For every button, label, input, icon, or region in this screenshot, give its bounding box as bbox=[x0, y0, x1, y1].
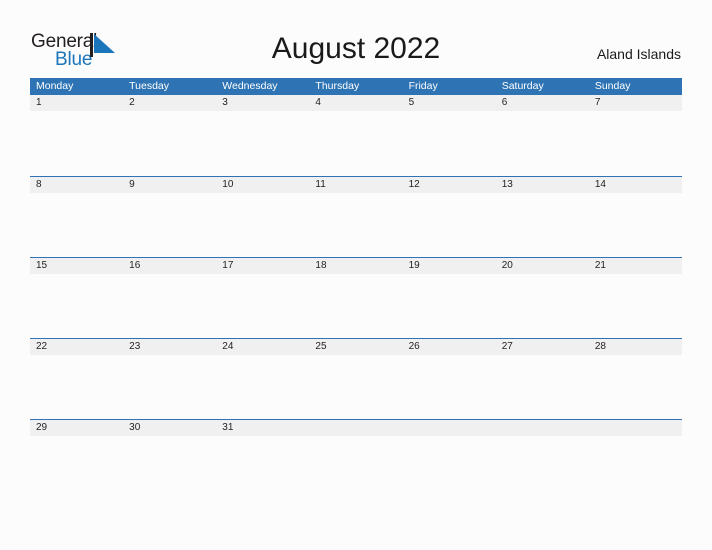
day-cell-empty bbox=[309, 420, 402, 436]
day-cell[interactable]: 12 bbox=[403, 177, 496, 193]
day-cell[interactable]: 1 bbox=[30, 95, 123, 111]
week-date-band: 8 9 10 11 12 13 14 bbox=[30, 177, 682, 193]
day-cell[interactable]: 13 bbox=[496, 177, 589, 193]
week-note-area[interactable] bbox=[30, 355, 682, 419]
region-label: Aland Islands bbox=[596, 46, 681, 62]
weekday-header-monday: Monday bbox=[36, 80, 74, 92]
day-cell[interactable]: 28 bbox=[589, 339, 682, 355]
week-row: 1 2 3 4 5 6 7 bbox=[30, 95, 682, 176]
week-date-band: 15 16 17 18 19 20 21 bbox=[30, 258, 682, 274]
week-note-area[interactable] bbox=[30, 193, 682, 257]
day-cell[interactable]: 26 bbox=[403, 339, 496, 355]
week-row: 29 30 31 bbox=[30, 419, 682, 500]
day-cell-empty bbox=[496, 420, 589, 436]
day-cell[interactable]: 8 bbox=[30, 177, 123, 193]
day-cell[interactable]: 29 bbox=[30, 420, 123, 436]
day-cell[interactable]: 10 bbox=[216, 177, 309, 193]
day-cell[interactable]: 19 bbox=[403, 258, 496, 274]
week-date-band: 22 23 24 25 26 27 28 bbox=[30, 339, 682, 355]
weekday-header-thursday: Thursday bbox=[315, 80, 360, 92]
weekday-header-sunday: Sunday bbox=[594, 80, 631, 92]
day-cell[interactable]: 24 bbox=[216, 339, 309, 355]
weekday-header-saturday: Saturday bbox=[501, 80, 544, 92]
day-cell[interactable]: 21 bbox=[589, 258, 682, 274]
day-cell[interactable]: 9 bbox=[123, 177, 216, 193]
day-cell-empty bbox=[403, 420, 496, 436]
day-cell[interactable]: 23 bbox=[123, 339, 216, 355]
day-cell[interactable]: 27 bbox=[496, 339, 589, 355]
day-cell[interactable]: 17 bbox=[216, 258, 309, 274]
day-cell[interactable]: 30 bbox=[123, 420, 216, 436]
day-cell[interactable]: 2 bbox=[123, 95, 216, 111]
day-cell[interactable]: 22 bbox=[30, 339, 123, 355]
day-cell[interactable]: 7 bbox=[589, 95, 682, 111]
week-date-band: 1 2 3 4 5 6 7 bbox=[30, 95, 682, 111]
day-cell-empty bbox=[589, 420, 682, 436]
week-note-area[interactable] bbox=[30, 436, 682, 500]
weekday-header-tuesday: Tuesday bbox=[129, 80, 170, 92]
day-cell[interactable]: 25 bbox=[309, 339, 402, 355]
day-cell[interactable]: 4 bbox=[309, 95, 402, 111]
day-cell[interactable]: 15 bbox=[30, 258, 123, 274]
page-header: General Blue August 2022 Aland Islands bbox=[0, 0, 712, 78]
day-cell[interactable]: 20 bbox=[496, 258, 589, 274]
weekday-header-row: Monday Tuesday Wednesday Thursday Friday… bbox=[30, 78, 682, 95]
day-cell[interactable]: 18 bbox=[309, 258, 402, 274]
week-date-band: 29 30 31 bbox=[30, 420, 682, 436]
week-row: 15 16 17 18 19 20 21 bbox=[30, 257, 682, 338]
week-row: 8 9 10 11 12 13 14 bbox=[30, 176, 682, 257]
week-note-area[interactable] bbox=[30, 111, 682, 175]
day-cell[interactable]: 14 bbox=[589, 177, 682, 193]
day-cell[interactable]: 6 bbox=[496, 95, 589, 111]
day-cell[interactable]: 31 bbox=[216, 420, 309, 436]
day-cell[interactable]: 16 bbox=[123, 258, 216, 274]
day-cell[interactable]: 3 bbox=[216, 95, 309, 111]
week-note-area[interactable] bbox=[30, 274, 682, 338]
day-cell[interactable]: 5 bbox=[403, 95, 496, 111]
calendar-grid: Monday Tuesday Wednesday Thursday Friday… bbox=[30, 78, 682, 500]
week-row: 22 23 24 25 26 27 28 bbox=[30, 338, 682, 419]
weekday-header-wednesday: Wednesday bbox=[222, 80, 278, 92]
weekday-header-friday: Friday bbox=[408, 80, 438, 92]
day-cell[interactable]: 11 bbox=[309, 177, 402, 193]
